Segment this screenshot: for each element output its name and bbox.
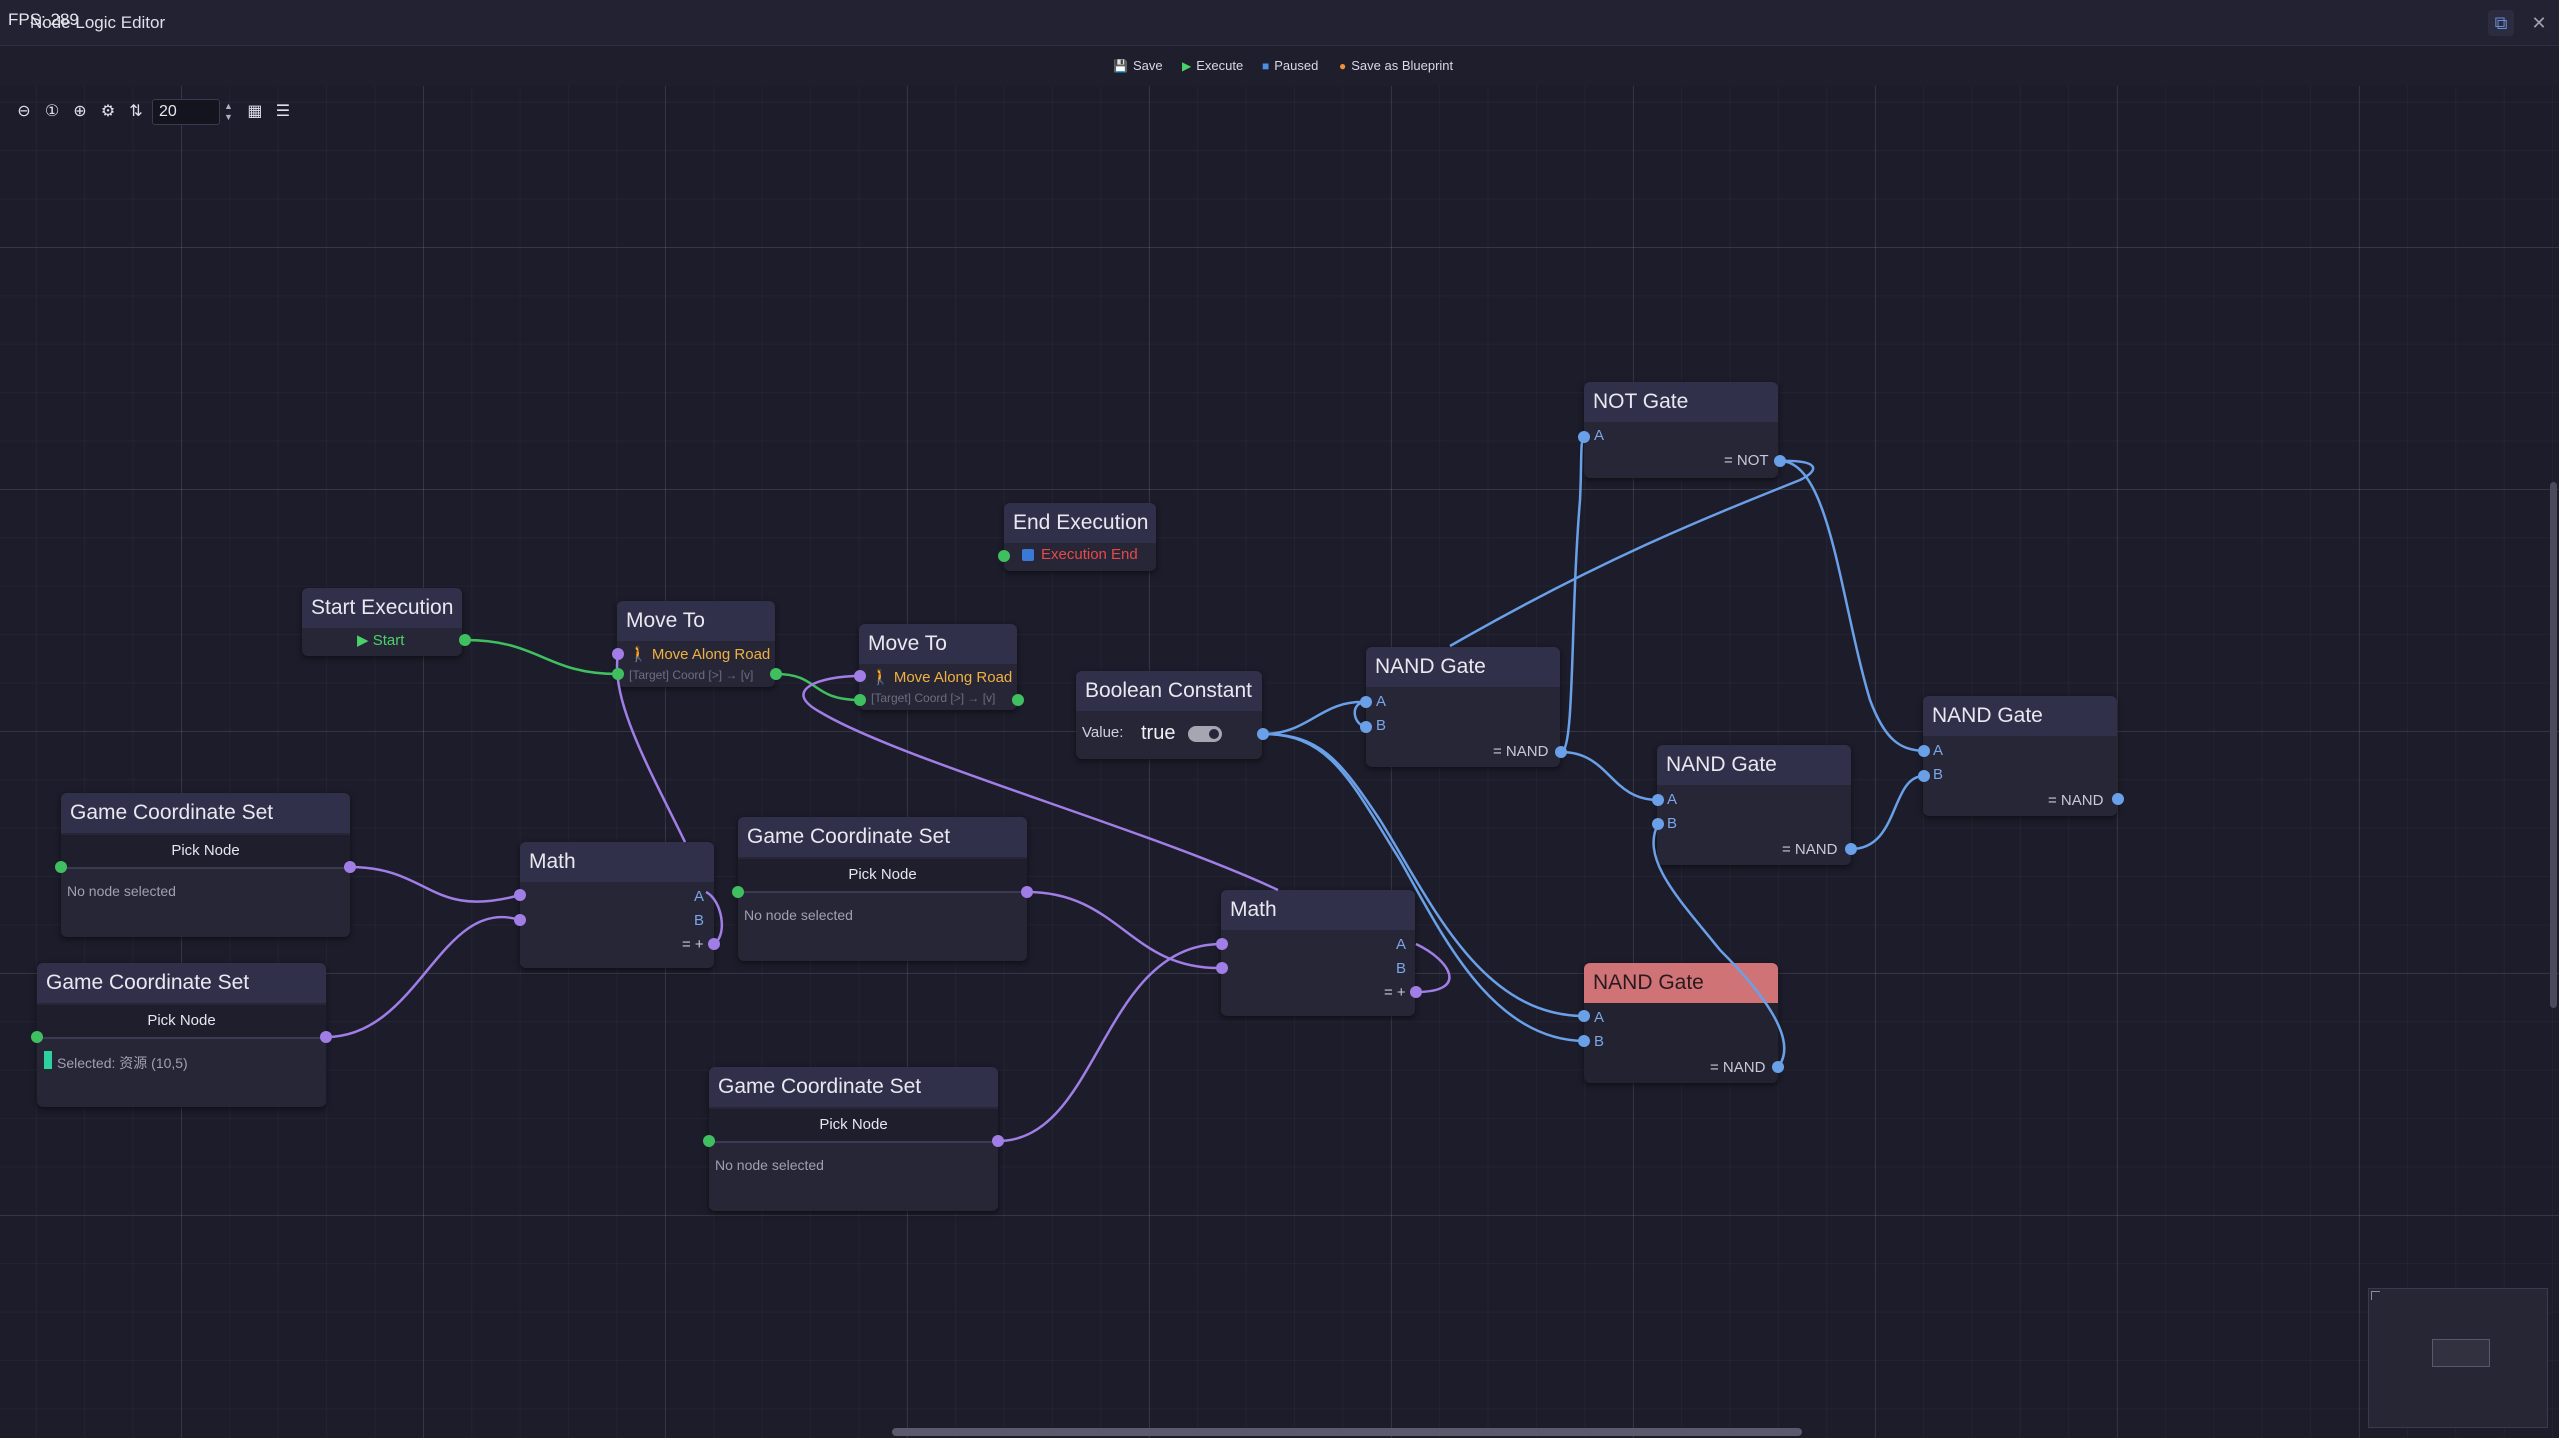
bool-in-port — [1578, 1010, 1590, 1022]
bool-in-port — [1578, 431, 1590, 443]
math-in-port — [1216, 962, 1228, 974]
bool-wire — [1449, 459, 1815, 648]
connection-wires — [31, 431, 2124, 1147]
bool-out-port — [1845, 843, 1857, 855]
bool-out-port — [1774, 455, 1786, 467]
vertical-scrollbar[interactable] — [2550, 482, 2557, 1008]
bool-in-port — [1918, 745, 1930, 757]
bool-out-port — [2112, 793, 2124, 805]
coord-wire — [1415, 942, 1451, 994]
exec-out-port — [459, 634, 471, 646]
coord-in-port — [854, 670, 866, 682]
bool-wire — [1262, 732, 1585, 1043]
coord-wire — [802, 674, 1279, 892]
math-out-port — [708, 938, 720, 950]
minimap[interactable] — [2368, 1288, 2548, 1428]
bool-in-port — [1578, 1035, 1590, 1047]
math-in-port — [1216, 938, 1228, 950]
coord-in-port — [612, 648, 624, 660]
coord-out-port — [320, 1031, 332, 1043]
exec-out-port — [1012, 694, 1024, 706]
math-in-port — [514, 889, 526, 901]
exec-out-port — [770, 668, 782, 680]
coord-wire — [1026, 890, 1223, 970]
bool-out-port — [1772, 1061, 1784, 1073]
coord-wire — [520, 906, 720, 944]
bool-in-port — [1918, 770, 1930, 782]
coord-out-port — [344, 861, 356, 873]
coord-wire — [325, 916, 521, 1039]
coord-wire — [705, 890, 723, 946]
bool-out-port — [1257, 728, 1269, 740]
minimap-viewport[interactable] — [2432, 1339, 2490, 1367]
exec-in-port — [612, 668, 624, 680]
coord-set-port — [31, 1031, 43, 1043]
minimap-resize-icon[interactable] — [2371, 1291, 2380, 1300]
exec-wire — [775, 672, 861, 702]
coord-out-port — [1021, 886, 1033, 898]
bool-in-port — [1652, 818, 1664, 830]
math-in-port — [514, 914, 526, 926]
math-out-port — [1410, 986, 1422, 998]
coord-set-port — [55, 861, 67, 873]
exec-in-port — [854, 694, 866, 706]
coord-wire — [349, 865, 521, 903]
coord-wire — [997, 942, 1223, 1143]
bool-wire — [1652, 823, 1786, 1068]
bool-wire — [1850, 774, 1925, 851]
coord-wire — [615, 653, 687, 843]
bool-out-port — [1555, 746, 1567, 758]
bool-wire — [1560, 436, 1586, 754]
exec-in-port — [998, 550, 1010, 562]
bool-wire — [1262, 732, 1585, 1018]
bool-wire — [1560, 750, 1659, 802]
exec-wire — [464, 638, 619, 676]
coord-set-port — [732, 886, 744, 898]
bool-wire — [1779, 459, 1925, 753]
horizontal-scrollbar[interactable] — [892, 1428, 1802, 1436]
bool-in-port — [1360, 696, 1372, 708]
bool-in-port — [1360, 721, 1372, 733]
coord-out-port — [992, 1135, 1004, 1147]
coord-set-port — [703, 1135, 715, 1147]
bool-in-port — [1652, 794, 1664, 806]
bool-wire — [1262, 700, 1367, 736]
